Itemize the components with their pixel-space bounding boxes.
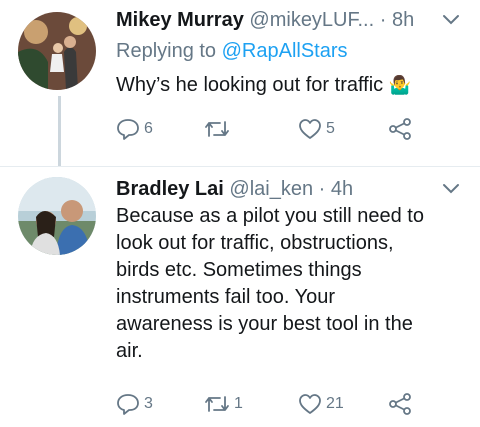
tweet-actions: 3 1 21 bbox=[116, 391, 446, 417]
tweet-text: Because as a pilot you still need to loo… bbox=[116, 203, 468, 365]
tweet-text-line: look out for traffic, obstructions, bbox=[116, 232, 394, 254]
tweet-bradley-lai[interactable]: Bradley Lai @lai_ken · 4h Because as a p… bbox=[0, 167, 480, 427]
tweet-text-line: awareness is your best tool in the bbox=[116, 313, 413, 335]
retweet-count: 1 bbox=[234, 395, 243, 412]
avatar[interactable] bbox=[18, 12, 96, 90]
tweet-text: Why’s he looking out for traffic 🤷‍♂️ bbox=[116, 72, 468, 99]
retweet-icon bbox=[205, 121, 229, 137]
share-button[interactable] bbox=[388, 116, 412, 142]
display-name[interactable]: Bradley Lai bbox=[116, 178, 224, 200]
mention-link[interactable]: @RapAllStars bbox=[222, 40, 348, 62]
tweet-text-content: Why’s he looking out for traffic bbox=[116, 74, 384, 96]
retweet-button[interactable] bbox=[204, 116, 234, 142]
tweet-actions: 6 5 bbox=[116, 116, 446, 142]
reply-button[interactable]: 3 bbox=[116, 391, 153, 417]
like-count: 5 bbox=[326, 120, 335, 137]
tweet-header: Mikey Murray @mikeyLUF... · 8h bbox=[116, 8, 414, 32]
user-handle[interactable]: @lai_ken bbox=[229, 178, 313, 200]
reply-icon bbox=[117, 394, 139, 415]
replying-to-label: Replying to bbox=[116, 40, 217, 62]
timestamp[interactable]: 4h bbox=[331, 178, 353, 200]
separator-dot: · bbox=[318, 178, 326, 200]
like-count: 21 bbox=[326, 395, 344, 412]
like-button[interactable]: 5 bbox=[298, 116, 335, 142]
separator-dot: · bbox=[379, 9, 387, 31]
user-handle[interactable]: @mikeyLUF... bbox=[249, 9, 374, 31]
shrug-emoji: 🤷‍♂️ bbox=[388, 75, 412, 96]
chevron-down-icon[interactable] bbox=[442, 14, 460, 26]
reply-count: 6 bbox=[144, 120, 153, 137]
tweet-text-line: Because as a pilot you still need to bbox=[116, 205, 424, 227]
heart-icon bbox=[299, 394, 321, 414]
tweet-text-line: birds etc. Sometimes things bbox=[116, 259, 362, 281]
tweet-text-line: instruments fail too. Your bbox=[116, 286, 336, 308]
like-button[interactable]: 21 bbox=[298, 391, 344, 417]
tweet-text-line: air. bbox=[116, 340, 143, 362]
share-button[interactable] bbox=[388, 391, 412, 417]
chevron-down-icon[interactable] bbox=[442, 183, 460, 195]
retweet-icon bbox=[205, 396, 229, 412]
share-icon bbox=[389, 118, 411, 140]
display-name[interactable]: Mikey Murray bbox=[116, 9, 244, 31]
retweet-button[interactable]: 1 bbox=[204, 391, 243, 417]
reply-count: 3 bbox=[144, 395, 153, 412]
tweet-mikey-murray[interactable]: Mikey Murray @mikeyLUF... · 8h Replying … bbox=[0, 0, 480, 166]
timestamp[interactable]: 8h bbox=[392, 9, 414, 31]
avatar[interactable] bbox=[18, 177, 96, 255]
share-icon bbox=[389, 393, 411, 415]
heart-icon bbox=[299, 119, 321, 139]
tweet-header: Bradley Lai @lai_ken · 4h bbox=[116, 177, 353, 201]
reply-icon bbox=[117, 119, 139, 140]
reply-button[interactable]: 6 bbox=[116, 116, 153, 142]
replying-to-line: Replying to @RapAllStars bbox=[116, 40, 348, 63]
